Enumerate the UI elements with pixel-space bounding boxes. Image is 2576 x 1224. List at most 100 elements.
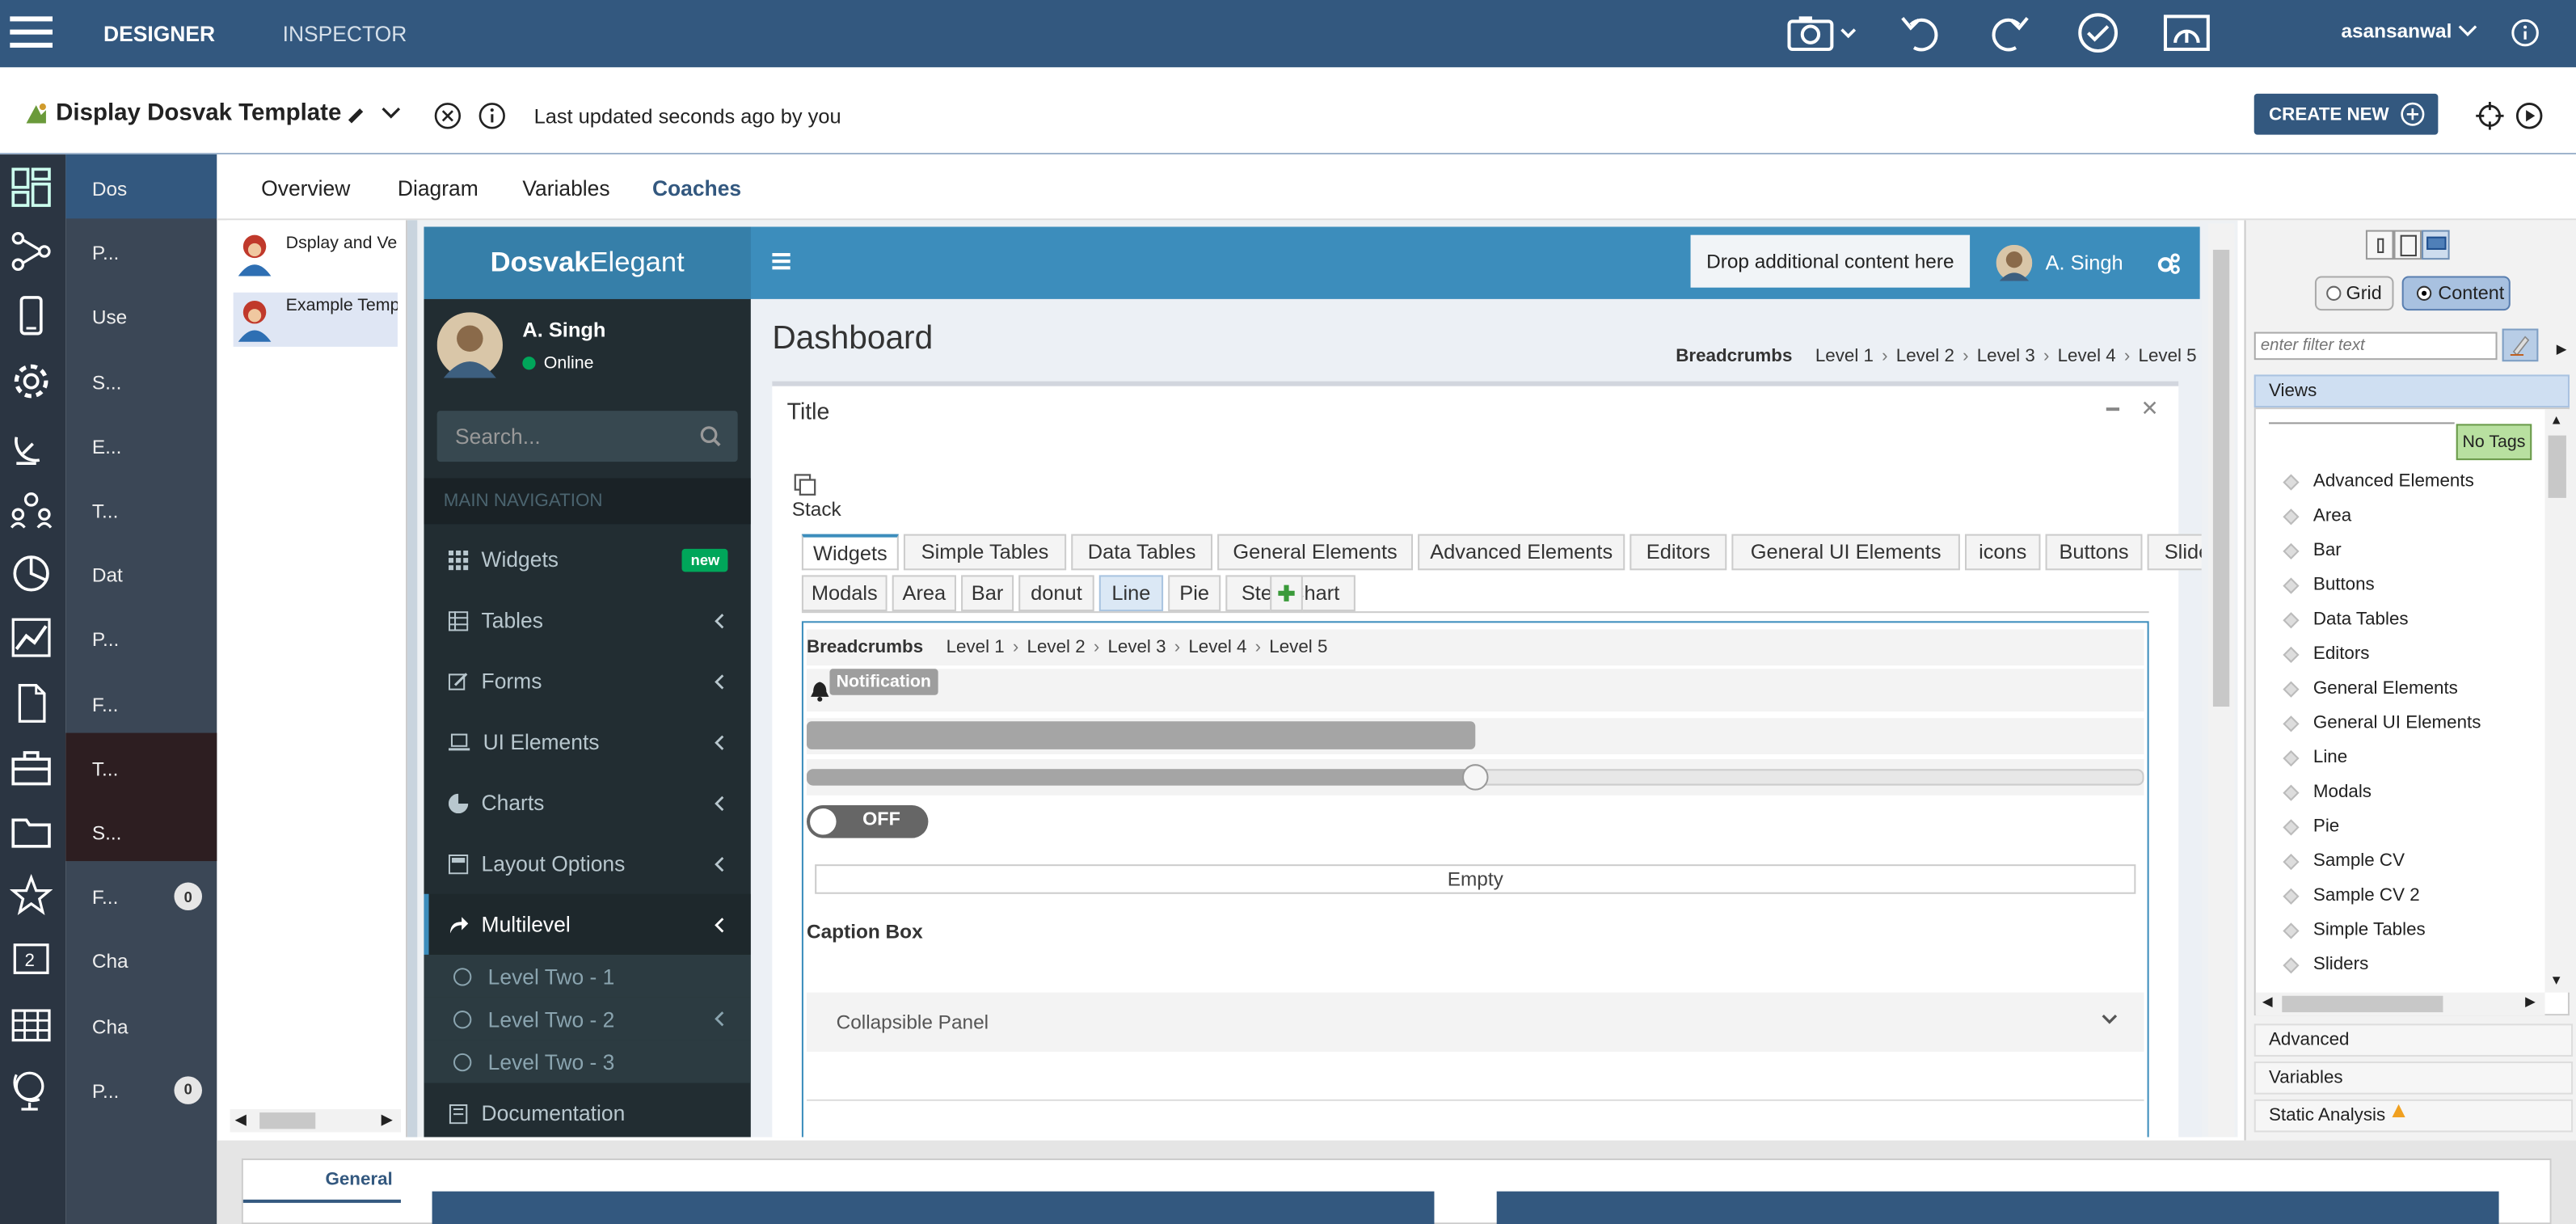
process-flow-icon[interactable] xyxy=(10,230,53,273)
play-icon[interactable] xyxy=(2515,102,2544,130)
breadcrumb-item[interactable]: Level 5 xyxy=(1269,638,1327,657)
rail-item-label[interactable]: E... xyxy=(92,435,122,458)
sidebar-item-multilevel[interactable]: Multilevel xyxy=(424,893,751,955)
line-chart-icon[interactable] xyxy=(10,617,53,660)
breadcrumb-item[interactable]: Level 1 xyxy=(947,638,1005,657)
view-item[interactable]: General UI Elements xyxy=(2283,713,2481,733)
team-icon[interactable] xyxy=(10,488,53,531)
breadcrumb-item[interactable]: Level 3 xyxy=(1107,638,1166,657)
drop-zone[interactable]: Drop additional content here xyxy=(1690,234,1971,288)
pie-chart-icon[interactable] xyxy=(10,552,53,595)
section-static-analysis[interactable]: Static Analysis xyxy=(2253,1099,2574,1133)
view-item[interactable]: Advanced Elements xyxy=(2283,471,2474,492)
header-user[interactable]: A. Singh xyxy=(1996,244,2123,281)
tab-widgets[interactable]: Widgets xyxy=(801,534,899,571)
rail-item-label[interactable]: P... xyxy=(92,242,119,264)
views-scrollbar[interactable]: ▲ ▼ xyxy=(2544,409,2570,993)
toolbox-icon[interactable] xyxy=(10,745,53,788)
sidebar-item-charts[interactable]: Charts xyxy=(424,772,750,833)
satellite-dish-icon[interactable] xyxy=(10,424,53,466)
rail-item-label[interactable]: F... xyxy=(92,886,119,909)
mobile-icon[interactable] xyxy=(10,295,53,338)
rail-item-label[interactable]: Dos xyxy=(92,178,127,200)
section-variables[interactable]: Variables xyxy=(2253,1062,2574,1095)
breadcrumb-item[interactable]: Level 4 xyxy=(1188,638,1246,657)
dashboard-icon[interactable] xyxy=(10,166,53,209)
grid-radio[interactable]: Grid xyxy=(2314,276,2394,311)
gear-icon[interactable] xyxy=(10,359,53,402)
table-icon[interactable] xyxy=(10,1003,53,1046)
tab-general-elements[interactable]: General Elements xyxy=(1217,534,1414,571)
breadcrumb-item[interactable]: Level 2 xyxy=(1896,347,1954,366)
rail-item-label[interactable]: P... xyxy=(92,628,119,651)
chevron-down-icon[interactable] xyxy=(381,105,400,121)
bell-icon[interactable] xyxy=(810,679,829,701)
edit-pencil-icon[interactable] xyxy=(344,103,364,124)
clear-filter-icon[interactable] xyxy=(2502,328,2539,362)
tab-pie[interactable]: Pie xyxy=(1168,575,1221,612)
rail-item-label[interactable]: S... xyxy=(92,821,122,844)
snapshot-icon[interactable] xyxy=(2162,10,2211,56)
tablet-icon[interactable] xyxy=(2393,230,2422,260)
tab-simple-tables[interactable]: Simple Tables xyxy=(903,534,1067,571)
view-item[interactable]: Sample CV 2 xyxy=(2283,886,2420,905)
tab-sliders[interactable]: Sliders xyxy=(2147,534,2202,571)
coach-item[interactable]: Dsplay and Ver xyxy=(234,226,398,281)
view-item[interactable]: Line xyxy=(2283,748,2347,767)
desktop-icon[interactable] xyxy=(2422,230,2450,260)
rail-item-label[interactable]: Cha xyxy=(92,1015,129,1037)
validate-check-icon[interactable] xyxy=(2075,10,2121,56)
tab-advanced-elements[interactable]: Advanced Elements xyxy=(1418,534,1625,571)
rail-item-label[interactable]: Dat xyxy=(92,564,123,587)
tab-data-tables[interactable]: Data Tables xyxy=(1071,534,1213,571)
sidebar-subitem[interactable]: Level Two - 3 xyxy=(424,1040,751,1083)
rail-item-label[interactable]: Use xyxy=(92,306,127,329)
views-header[interactable]: Views xyxy=(2253,374,2570,408)
coach-list-scrollbar[interactable]: ◀ ▶ xyxy=(230,1109,401,1133)
view-item[interactable]: General Elements xyxy=(2283,678,2458,699)
folder-icon[interactable] xyxy=(10,810,53,853)
view-item[interactable]: Modals xyxy=(2283,783,2372,802)
tab-coaches[interactable]: Coaches xyxy=(652,175,741,200)
rail-item-label[interactable]: P... xyxy=(92,1079,119,1102)
close-circle-icon[interactable] xyxy=(434,102,462,130)
sidebar-subitem[interactable]: Level Two - 2 xyxy=(424,997,751,1040)
view-item[interactable]: Data Tables xyxy=(2283,610,2409,629)
star-icon[interactable] xyxy=(10,874,53,918)
add-tab-plus-icon[interactable] xyxy=(1270,575,1303,612)
scroll-left-icon[interactable]: ◀ xyxy=(235,1111,247,1129)
breadcrumb-item[interactable]: Level 2 xyxy=(1027,638,1086,657)
sidebar-item-tables[interactable]: Tables xyxy=(424,590,750,651)
scroll-right-icon[interactable]: ▶ xyxy=(382,1111,393,1129)
phone-icon[interactable] xyxy=(2365,230,2394,260)
globe-icon[interactable] xyxy=(10,1068,53,1111)
tab-general-ui-elements[interactable]: General UI Elements xyxy=(1731,534,1960,571)
sidebar-item-forms[interactable]: Forms xyxy=(424,651,750,711)
view-item[interactable]: Sample CV xyxy=(2283,851,2405,871)
tab-overview[interactable]: Overview xyxy=(261,175,350,200)
no-tags-chip[interactable]: No Tags xyxy=(2456,424,2532,461)
camera-icon[interactable] xyxy=(1785,10,1857,56)
rail-item-label[interactable]: S... xyxy=(92,371,122,394)
filter-input[interactable] xyxy=(2253,331,2498,361)
sidebar-toggle-icon[interactable] xyxy=(772,251,791,271)
canvas-scrollbar[interactable] xyxy=(2207,223,2235,1137)
toggle-switch[interactable]: OFF xyxy=(807,804,929,838)
content-radio[interactable]: Content xyxy=(2401,276,2511,311)
scroll-down-icon[interactable]: ▼ xyxy=(2550,973,2563,987)
tab-bar[interactable]: Bar xyxy=(961,575,1014,612)
breadcrumb-item[interactable]: Level 5 xyxy=(2139,347,2197,366)
scroll-left-icon[interactable]: ◀ xyxy=(2262,994,2273,1009)
info-icon[interactable] xyxy=(478,102,506,130)
breadcrumb-item[interactable]: Level 1 xyxy=(1815,347,1874,366)
scroll-up-icon[interactable]: ▲ xyxy=(2550,412,2563,427)
create-new-button[interactable]: CREATE NEW xyxy=(2253,93,2439,135)
tab-buttons[interactable]: Buttons xyxy=(2045,534,2143,571)
view-item[interactable]: Bar xyxy=(2283,541,2342,560)
view-item[interactable]: Sliders xyxy=(2283,955,2368,974)
view-item[interactable]: Area xyxy=(2283,506,2351,525)
tab-area[interactable]: Area xyxy=(892,575,956,612)
sidebar-subitem[interactable]: Level Two - 1 xyxy=(424,954,751,998)
undo-icon[interactable] xyxy=(1898,10,1944,56)
chevron-down-icon[interactable] xyxy=(2102,1014,2118,1027)
